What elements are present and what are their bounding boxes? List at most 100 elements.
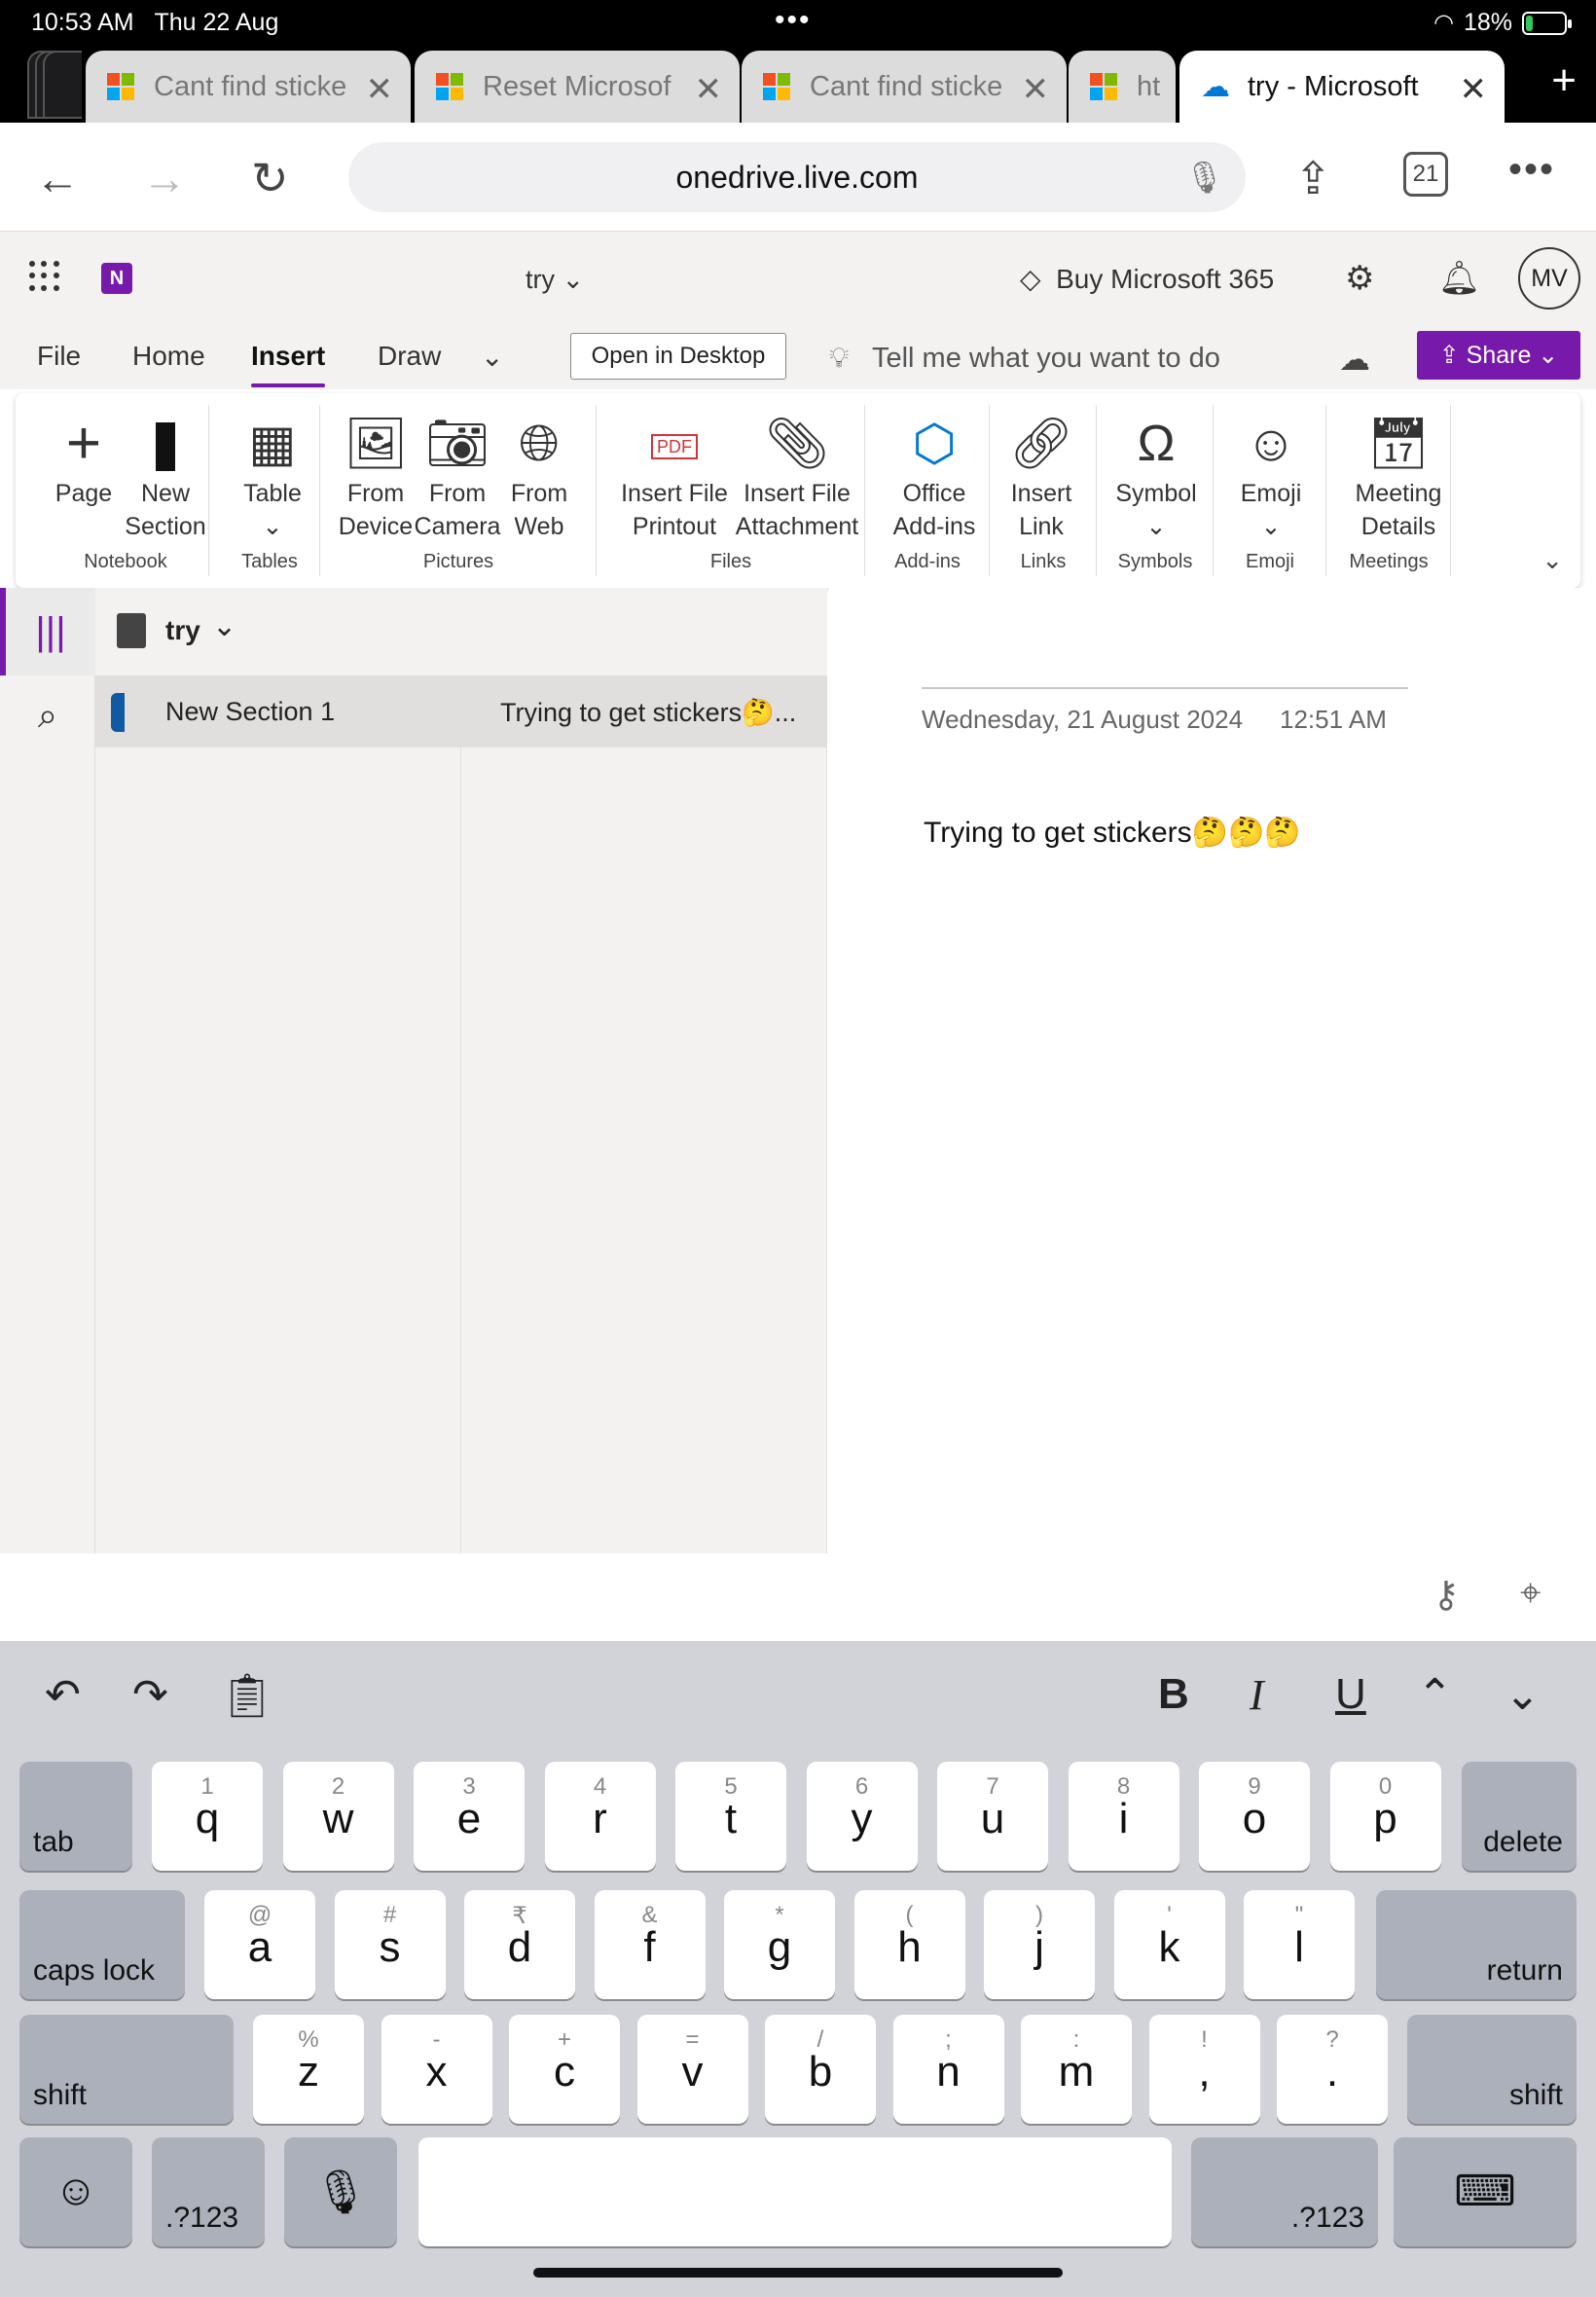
notebook-header[interactable]: try ⌄ xyxy=(95,588,827,675)
search-icon[interactable]: ⌕ xyxy=(0,695,95,737)
key-row1-3[interactable]: 4r xyxy=(544,1762,656,1871)
meeting-details-button[interactable]: 📅︎ Meeting Details xyxy=(1335,411,1462,543)
key-row2-8[interactable]: " l xyxy=(1244,1890,1355,1999)
notebooks-icon[interactable]: ||| xyxy=(0,588,95,675)
tell-me-search[interactable]: 💡︎ Tell me what you want to do xyxy=(829,343,1220,375)
avatar[interactable]: MV xyxy=(1518,247,1580,310)
gear-icon[interactable]: ⚙ xyxy=(1345,259,1374,298)
key-row2-6[interactable]: ) j xyxy=(984,1890,1095,1999)
close-tab-icon[interactable]: ✕ xyxy=(1453,70,1487,109)
insert-file-printout-button[interactable]: PDF Insert File Printout xyxy=(611,411,738,543)
key-row2-1[interactable]: # s xyxy=(334,1890,446,1999)
key-row3-3[interactable]: = v xyxy=(636,2015,748,2124)
waffle-icon[interactable] xyxy=(29,261,60,292)
key-row1-6[interactable]: 7u xyxy=(937,1762,1048,1871)
shift-right-key[interactable]: shift xyxy=(1407,2015,1577,2124)
close-tab-icon[interactable]: ✕ xyxy=(1015,70,1049,109)
hide-keyboard-key[interactable]: ⌨ xyxy=(1394,2137,1577,2246)
key-row3-8[interactable]: ?. xyxy=(1277,2015,1388,2124)
open-in-desktop-button[interactable]: Open in Desktop xyxy=(570,333,786,380)
bold-icon[interactable]: B xyxy=(1158,1670,1189,1719)
more-icon[interactable]: ••• xyxy=(1508,148,1555,192)
reload-icon[interactable]: ↻ xyxy=(251,152,289,204)
chevron-up-icon[interactable]: ⌃ xyxy=(1417,1670,1453,1720)
chevron-down-icon[interactable]: ⌄ xyxy=(1505,1670,1541,1720)
delete-key[interactable]: delete xyxy=(1462,1762,1577,1871)
document-title[interactable]: try ⌄ xyxy=(526,265,584,295)
key-row1-8[interactable]: 9o xyxy=(1199,1762,1310,1871)
table-button[interactable]: ▦ Table ⌄ xyxy=(224,411,321,543)
key-row3-7[interactable]: !, xyxy=(1148,2015,1260,2124)
buy-microsoft-365-button[interactable]: ◇ Buy Microsoft 365 xyxy=(1020,263,1274,295)
microphone-icon[interactable]: 🎙 xyxy=(1184,142,1224,212)
tab-draw[interactable]: Draw xyxy=(378,341,441,372)
key-row3-4[interactable]: / b xyxy=(765,2015,876,2124)
emoji-button[interactable]: ☺ Emoji ⌄ xyxy=(1222,411,1320,543)
key-row1-9[interactable]: 0p xyxy=(1329,1762,1441,1871)
more-tabs-chevron-icon[interactable]: ⌄ xyxy=(481,341,503,373)
chevron-down-icon[interactable]: ⌄ xyxy=(212,609,236,643)
office-add-ins-button[interactable]: ⬡ Office Add-ins xyxy=(876,411,993,543)
numbers-key-right[interactable]: .?123 xyxy=(1191,2137,1378,2246)
close-tab-icon[interactable]: ✕ xyxy=(359,70,393,109)
key-row1-0[interactable]: 1q xyxy=(152,1762,263,1871)
underline-icon[interactable]: U xyxy=(1335,1670,1366,1719)
emoji-key[interactable]: ☺ xyxy=(19,2137,132,2246)
key-row3-5[interactable]: ; n xyxy=(892,2015,1004,2124)
key-row2-5[interactable]: (h xyxy=(853,1890,965,1999)
tab-key[interactable]: tab xyxy=(19,1762,132,1871)
key-row1-4[interactable]: 5t xyxy=(675,1762,786,1871)
key-row1-1[interactable]: 2w xyxy=(282,1762,394,1871)
key-row1-2[interactable]: 3e xyxy=(414,1762,525,1871)
caps-lock-key[interactable]: caps lock xyxy=(19,1890,185,1999)
url-field[interactable]: onedrive.live.com 🎙 xyxy=(348,142,1246,212)
tab-file[interactable]: File xyxy=(37,341,81,372)
paste-icon[interactable]: 📋︎ xyxy=(220,1670,274,1721)
key-row2-3[interactable]: & f xyxy=(594,1890,706,1999)
new-tab-icon[interactable]: + xyxy=(1551,56,1577,105)
undo-icon[interactable]: ↶ xyxy=(45,1670,81,1720)
new-section-button[interactable]: New Section xyxy=(117,411,214,543)
close-tab-icon[interactable]: ✕ xyxy=(688,70,722,109)
back-icon[interactable]: ← xyxy=(35,152,80,204)
key-row3-6[interactable]: :m xyxy=(1021,2015,1132,2124)
bell-icon[interactable]: 🔔︎ xyxy=(1438,259,1480,298)
tab-home[interactable]: Home xyxy=(132,341,205,372)
key-row1-7[interactable]: 8i xyxy=(1068,1762,1179,1871)
browser-tab-2[interactable]: Reset Microsof ✕ xyxy=(415,51,740,123)
note-text[interactable]: Trying to get stickers🤔🤔🤔 xyxy=(924,816,1301,850)
onenote-logo-icon[interactable]: N xyxy=(101,263,132,294)
browser-tab-3[interactable]: Cant find sticke ✕ xyxy=(742,51,1067,123)
browser-tab-1[interactable]: Cant find sticke ✕ xyxy=(86,51,411,123)
key-row2-7[interactable]: ' k xyxy=(1113,1890,1225,1999)
insert-file-attachment-button[interactable]: 📎︎ Insert File Attachment xyxy=(724,411,870,543)
key-row2-4[interactable]: * g xyxy=(724,1890,835,1999)
return-key[interactable]: return xyxy=(1376,1890,1577,1999)
numbers-key-left[interactable]: .?123 xyxy=(152,2137,265,2246)
browser-tab-4[interactable]: ht xyxy=(1069,51,1176,123)
symbol-button[interactable]: Ω Symbol ⌄ xyxy=(1107,411,1205,543)
key-row3-0[interactable]: % z xyxy=(253,2015,364,2124)
key-row2-0[interactable]: @ a xyxy=(204,1890,315,1999)
share-button[interactable]: ⇪ Share ⌄ xyxy=(1417,331,1580,380)
shift-left-key[interactable]: shift xyxy=(19,2015,234,2124)
dictation-key[interactable]: 🎙 xyxy=(284,2137,397,2246)
forward-icon[interactable]: → xyxy=(142,152,187,204)
tab-insert[interactable]: Insert xyxy=(251,341,326,387)
location-pin-icon[interactable]: ⌖ xyxy=(1520,1573,1541,1615)
redo-icon[interactable]: ↷ xyxy=(132,1670,168,1720)
from-web-button[interactable]: 🌐︎ From Web xyxy=(490,411,588,543)
insert-link-button[interactable]: 🔗︎ Insert Link xyxy=(993,411,1090,543)
page-canvas[interactable]: Wednesday, 21 August 2024 12:51 AM Tryin… xyxy=(828,588,1596,1553)
key-row2-2[interactable]: ₹ d xyxy=(464,1890,575,1999)
italic-icon[interactable]: I xyxy=(1250,1670,1264,1720)
ribbon-expand-chevron-icon[interactable]: ⌄ xyxy=(1542,545,1563,575)
key-row1-5[interactable]: 6y xyxy=(806,1762,918,1871)
space-key[interactable] xyxy=(418,2137,1172,2246)
key-row3-2[interactable]: + c xyxy=(509,2015,620,2124)
cloud-sync-icon[interactable]: ☁ xyxy=(1339,341,1370,378)
key-icon[interactable]: ⚷ xyxy=(1433,1573,1460,1617)
multitasking-dots-icon[interactable]: ••• xyxy=(775,4,812,37)
share-icon[interactable]: ⇪ xyxy=(1294,152,1332,204)
tab-count-button[interactable]: 21 xyxy=(1403,152,1448,197)
